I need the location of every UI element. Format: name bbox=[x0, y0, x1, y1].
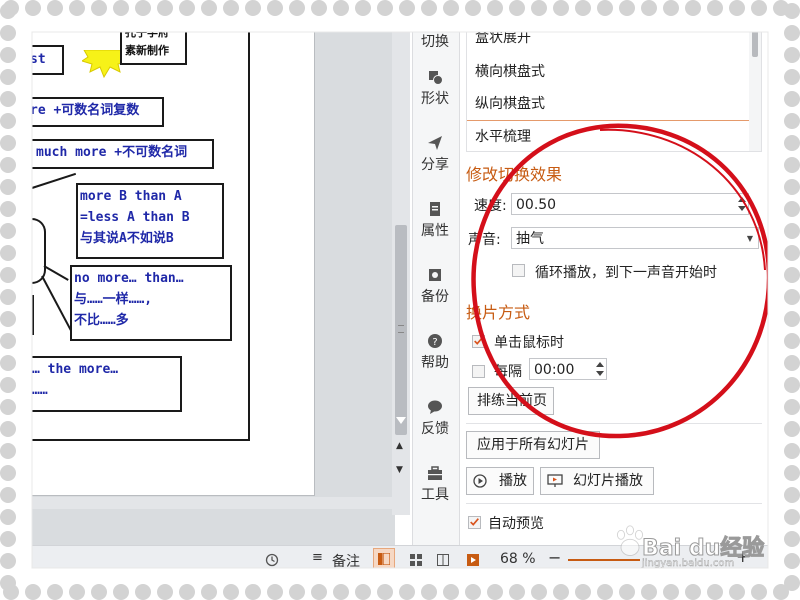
toolbox-icon bbox=[428, 466, 442, 480]
slide-sorter-icon[interactable] bbox=[410, 554, 422, 566]
play-label: 播放 bbox=[499, 473, 527, 489]
zoom-out-icon[interactable]: − bbox=[548, 548, 561, 567]
list-scrollbar[interactable] bbox=[749, 25, 761, 151]
tool-label: 反馈 bbox=[421, 421, 449, 437]
tool-properties[interactable]: 属性 bbox=[413, 201, 457, 240]
list-scrollbar-thumb[interactable] bbox=[752, 31, 758, 57]
list-underline bbox=[467, 120, 749, 121]
scroll-down-arrow-icon[interactable] bbox=[396, 417, 406, 424]
every-time-value: 00:00 bbox=[534, 362, 575, 378]
feedback-icon bbox=[428, 400, 442, 414]
sound-label: 声音: bbox=[468, 232, 501, 248]
every-label: 每隔 bbox=[494, 364, 522, 380]
side-tool-strip: 切换 形状 分享 属性 备份 ? 帮助 反馈 工具 bbox=[412, 25, 459, 545]
svg-text:?: ? bbox=[432, 337, 437, 348]
play-button[interactable]: 播放 bbox=[466, 467, 534, 495]
effect-item[interactable]: 盒状展开 bbox=[475, 27, 531, 47]
help-icon: ? bbox=[428, 334, 442, 348]
tool-feedback[interactable]: 反馈 bbox=[413, 399, 457, 438]
scrollbar-thumb[interactable] bbox=[395, 225, 407, 435]
properties-icon bbox=[430, 202, 440, 216]
slide-canvas: 孔子学府 素新制作 st re +可数名词复数 much more +不可数名词… bbox=[0, 0, 410, 545]
spinner-icon[interactable] bbox=[736, 194, 748, 214]
loop-checkbox[interactable] bbox=[512, 264, 525, 277]
grip-icon bbox=[398, 325, 404, 333]
sound-value: 抽气 bbox=[516, 231, 544, 247]
tool-backup[interactable]: 备份 bbox=[413, 267, 457, 306]
spinner-icon[interactable] bbox=[594, 359, 606, 379]
speed-input[interactable]: 00.50 bbox=[511, 193, 749, 215]
checkmark-icon bbox=[470, 518, 479, 526]
effect-list[interactable]: 盒状展开 横向棋盘式 纵向棋盘式 水平梳理 bbox=[466, 25, 762, 152]
slideshow-view-icon[interactable] bbox=[467, 554, 479, 566]
backup-icon bbox=[429, 269, 441, 281]
normal-view-button[interactable] bbox=[373, 548, 395, 570]
normal-view-icon bbox=[378, 553, 390, 565]
tool-label: 工具 bbox=[421, 487, 449, 503]
tool-transition[interactable]: 切换 bbox=[413, 31, 457, 51]
tool-label: 形状 bbox=[421, 91, 449, 107]
checkmark-icon bbox=[474, 337, 483, 345]
diagram-border bbox=[28, 21, 250, 441]
play-icon bbox=[473, 474, 487, 488]
on-click-checkbox[interactable] bbox=[472, 335, 485, 348]
notes-button[interactable]: 备注 bbox=[332, 551, 360, 571]
on-click-label: 单击鼠标时 bbox=[494, 335, 564, 351]
advance-heading: 换片方式 bbox=[466, 303, 531, 322]
slide-page[interactable]: 孔子学府 素新制作 st re +可数名词复数 much more +不可数名词… bbox=[28, 19, 315, 496]
divider bbox=[466, 503, 762, 504]
prev-slide-icon[interactable]: ▲ bbox=[396, 441, 403, 451]
tool-shape[interactable]: 形状 bbox=[413, 69, 457, 108]
zoom-in-icon[interactable]: + bbox=[736, 547, 749, 566]
tool-label: 切换 bbox=[421, 34, 449, 50]
speed-label: 速度: bbox=[474, 198, 507, 214]
tool-share[interactable]: 分享 bbox=[413, 135, 457, 174]
auto-preview-label: 自动预览 bbox=[488, 516, 544, 532]
slideshow-icon bbox=[547, 474, 563, 487]
every-time-input[interactable]: 00:00 bbox=[529, 358, 607, 380]
loop-label: 循环播放，到下一声音开始时 bbox=[535, 265, 717, 281]
horizontal-scrollbar[interactable] bbox=[32, 497, 392, 509]
speed-value: 00.50 bbox=[516, 197, 557, 213]
tool-help[interactable]: ? 帮助 bbox=[413, 333, 457, 372]
slideshow-button[interactable]: 幻灯片播放 bbox=[540, 467, 654, 495]
history-icon[interactable] bbox=[265, 553, 279, 567]
sound-select[interactable]: 抽气 ▼ bbox=[511, 227, 759, 249]
apply-all-button[interactable]: 应用于所有幻灯片 bbox=[466, 431, 600, 459]
tool-label: 备份 bbox=[421, 289, 449, 305]
dropdown-arrow-icon: ▼ bbox=[746, 234, 753, 243]
shape-icon bbox=[429, 71, 443, 85]
next-slide-icon[interactable]: ▼ bbox=[396, 465, 403, 475]
zoom-slider[interactable] bbox=[568, 559, 640, 561]
modify-effect-heading: 修改切换效果 bbox=[466, 165, 563, 184]
tool-label: 帮助 bbox=[421, 355, 449, 371]
slideshow-label: 幻灯片播放 bbox=[573, 473, 643, 489]
auto-preview-checkbox[interactable] bbox=[468, 516, 481, 529]
effect-item[interactable]: 横向棋盘式 bbox=[475, 61, 545, 81]
effect-item[interactable]: 纵向棋盘式 bbox=[475, 93, 545, 113]
reading-view-icon[interactable] bbox=[437, 554, 449, 566]
tool-label: 分享 bbox=[421, 157, 449, 173]
app-window: 孔子学府 素新制作 st re +可数名词复数 much more +不可数名词… bbox=[0, 0, 800, 600]
notes-icon[interactable]: ≡ bbox=[312, 550, 323, 565]
zoom-value[interactable]: 68 % bbox=[500, 551, 536, 567]
slide-transition-pane: 盒状展开 横向棋盘式 纵向棋盘式 水平梳理 修改切换效果 速度: 00.50 声… bbox=[459, 25, 771, 545]
tool-label: 属性 bbox=[421, 223, 449, 239]
share-icon bbox=[428, 136, 442, 150]
vertical-scrollbar[interactable]: ▲ ▼ bbox=[392, 25, 410, 515]
rehearse-button[interactable]: 排练当前页 bbox=[468, 387, 554, 415]
divider bbox=[466, 423, 762, 424]
effect-item-selected[interactable]: 水平梳理 bbox=[475, 126, 531, 146]
status-bar: ≡ 备注 68 % − + bbox=[0, 545, 770, 574]
tool-toolbox[interactable]: 工具 bbox=[413, 465, 457, 504]
every-checkbox[interactable] bbox=[472, 365, 485, 378]
